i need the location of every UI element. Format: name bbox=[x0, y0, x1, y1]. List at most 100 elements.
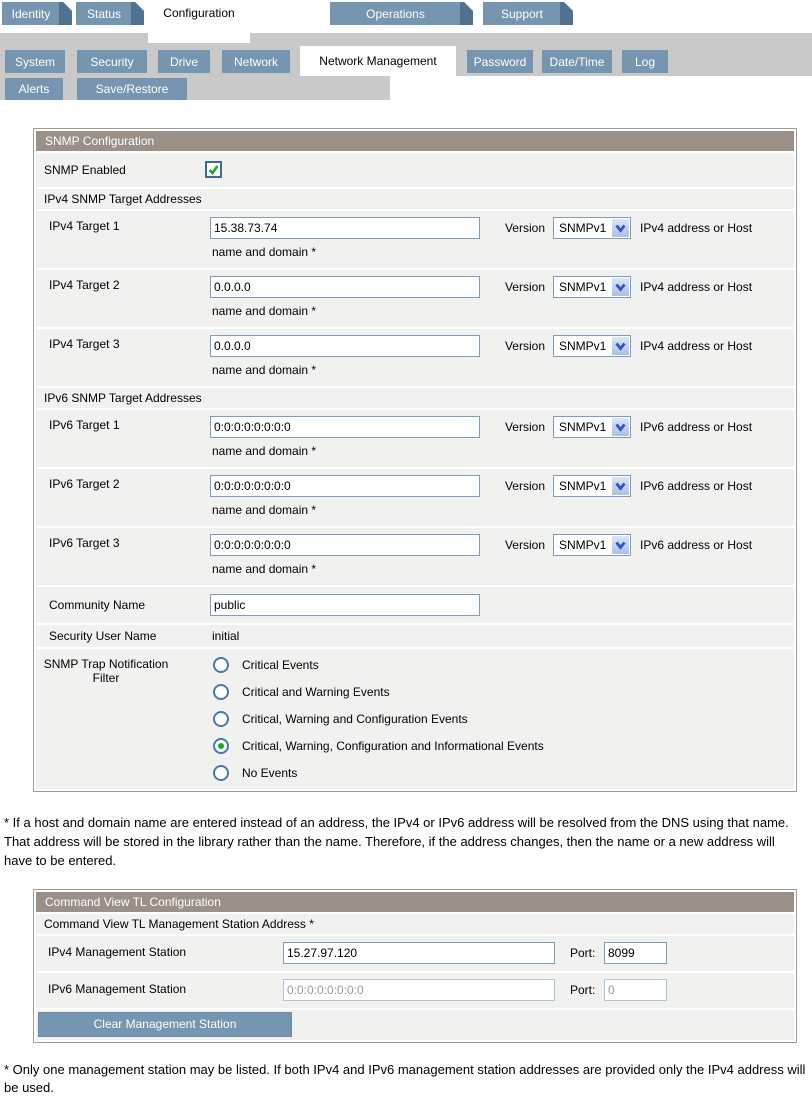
ipv4-management-station-input[interactable] bbox=[283, 942, 555, 964]
snmp-enabled-label: SNMP Enabled bbox=[44, 163, 126, 177]
subtab-security[interactable]: Security bbox=[77, 50, 147, 73]
target-label: IPv4 Target 2 bbox=[49, 278, 120, 292]
cvtl-button-row: Clear Management Station bbox=[36, 1010, 794, 1040]
trap-option[interactable]: No Events bbox=[213, 765, 297, 781]
chevron-down-icon[interactable] bbox=[612, 337, 629, 355]
tab-label: Identity bbox=[12, 7, 63, 21]
chevron-down-icon[interactable] bbox=[612, 477, 629, 495]
target-address-input[interactable] bbox=[210, 217, 480, 239]
version-label: Version bbox=[497, 339, 545, 353]
subtab-label: System bbox=[15, 55, 55, 69]
radio-label[interactable]: Critical and Warning Events bbox=[242, 685, 390, 699]
trap-option[interactable]: Critical, Warning and Configuration Even… bbox=[213, 711, 468, 727]
trap-option[interactable]: Critical, Warning, Configuration and Inf… bbox=[213, 738, 544, 754]
snmp-target-row: IPv6 Target 1 name and domain * Version … bbox=[36, 410, 794, 467]
trap-option[interactable]: Critical Events bbox=[213, 657, 319, 673]
target-label: IPv4 Target 1 bbox=[49, 219, 120, 233]
chevron-down-icon[interactable] bbox=[612, 418, 629, 436]
chevron-down-icon[interactable] bbox=[612, 278, 629, 296]
community-name-label: Community Name bbox=[49, 598, 145, 612]
clear-management-station-button[interactable]: Clear Management Station bbox=[38, 1012, 292, 1037]
radio-label[interactable]: Critical, Warning and Configuration Even… bbox=[242, 712, 468, 726]
tab-support[interactable]: Support bbox=[483, 2, 573, 25]
snmp-version-select[interactable]: SNMPv1 bbox=[553, 534, 631, 556]
target-address-input[interactable] bbox=[210, 335, 480, 357]
cvtl-section-header: Command View TL Configuration bbox=[36, 892, 794, 912]
radio-label[interactable]: Critical Events bbox=[242, 658, 319, 672]
snmp-version-select[interactable]: SNMPv1 bbox=[553, 217, 631, 239]
radio-button[interactable] bbox=[213, 765, 229, 781]
port-label: Port: bbox=[570, 946, 595, 960]
snmp-version-select[interactable]: SNMPv1 bbox=[553, 416, 631, 438]
target-hint-right: IPv6 address or Host bbox=[640, 420, 752, 434]
subtab-label: Network Management bbox=[319, 54, 436, 68]
chevron-down-icon[interactable] bbox=[612, 219, 629, 237]
version-label: Version bbox=[497, 479, 545, 493]
port-label: Port: bbox=[570, 983, 595, 997]
snmp-section-header: SNMP Configuration bbox=[36, 131, 794, 151]
snmp-ipv4-subheader: IPv4 SNMP Target Addresses bbox=[36, 189, 794, 209]
radio-button[interactable] bbox=[213, 738, 229, 754]
target-hint-right: IPv4 address or Host bbox=[640, 339, 752, 353]
subtab-network[interactable]: Network bbox=[222, 50, 290, 73]
snmp-enabled-checkbox[interactable] bbox=[205, 161, 222, 178]
header-tab-area: Identity Status Configuration Operations… bbox=[0, 0, 812, 100]
trap-option[interactable]: Critical and Warning Events bbox=[213, 684, 390, 700]
snmp-footnote: * If a host and domain name are entered … bbox=[4, 814, 806, 871]
community-name-input[interactable] bbox=[210, 594, 480, 616]
subtab-log[interactable]: Log bbox=[622, 50, 668, 73]
subtab-system[interactable]: System bbox=[5, 50, 65, 73]
snmp-trap-filter-row: SNMP Trap Notification Filter Critical E… bbox=[36, 649, 794, 789]
cvtl-section-title: Command View TL Configuration bbox=[45, 895, 221, 909]
snmp-security-user-row: Security User Name initial bbox=[36, 625, 794, 647]
radio-button[interactable] bbox=[213, 684, 229, 700]
ipv6-management-station-input bbox=[283, 979, 555, 1001]
target-address-input[interactable] bbox=[210, 276, 480, 298]
version-value: SNMPv1 bbox=[559, 535, 606, 555]
target-hint-below: name and domain * bbox=[212, 304, 316, 318]
cvtl-ipv6-row: IPv6 Management Station Port: bbox=[36, 973, 794, 1008]
version-value: SNMPv1 bbox=[559, 476, 606, 496]
radio-button[interactable] bbox=[213, 657, 229, 673]
subtab-date-time[interactable]: Date/Time bbox=[542, 50, 612, 73]
command-view-tl-table: Command View TL Configuration Command Vi… bbox=[33, 889, 797, 1043]
tab-configuration[interactable]: Configuration bbox=[148, 2, 250, 43]
version-value: SNMPv1 bbox=[559, 218, 606, 238]
snmp-version-select[interactable]: SNMPv1 bbox=[553, 276, 631, 298]
snmp-community-row: Community Name bbox=[36, 587, 794, 623]
version-label: Version bbox=[497, 221, 545, 235]
checkmark-icon bbox=[207, 163, 220, 176]
tab-identity[interactable]: Identity bbox=[2, 2, 72, 25]
target-label: IPv6 Target 2 bbox=[49, 477, 120, 491]
snmp-target-row: IPv6 Target 3 name and domain * Version … bbox=[36, 528, 794, 585]
tab-operations[interactable]: Operations bbox=[330, 2, 473, 25]
tab-label: Support bbox=[501, 7, 555, 21]
chevron-down-icon[interactable] bbox=[612, 536, 629, 554]
snmp-ipv6-subheader: IPv6 SNMP Target Addresses bbox=[36, 388, 794, 408]
radio-button[interactable] bbox=[213, 711, 229, 727]
target-label: IPv6 Target 3 bbox=[49, 536, 120, 550]
subtab-password[interactable]: Password bbox=[467, 50, 533, 73]
target-address-input[interactable] bbox=[210, 475, 480, 497]
subtab-label: Alerts bbox=[19, 82, 50, 96]
target-hint-right: IPv6 address or Host bbox=[640, 479, 752, 493]
security-user-name-value: initial bbox=[212, 629, 239, 643]
cvtl-subheader: Command View TL Management Station Addre… bbox=[36, 914, 794, 934]
radio-label[interactable]: No Events bbox=[242, 766, 297, 780]
tab-label: Status bbox=[87, 7, 133, 21]
subtab-alerts[interactable]: Alerts bbox=[5, 78, 63, 100]
cvtl-ipv4-row: IPv4 Management Station Port: bbox=[36, 936, 794, 971]
ipv4-port-input[interactable] bbox=[604, 942, 667, 964]
target-address-input[interactable] bbox=[210, 416, 480, 438]
target-label: IPv6 Target 1 bbox=[49, 418, 120, 432]
radio-label[interactable]: Critical, Warning, Configuration and Inf… bbox=[242, 739, 544, 753]
subtab-drive[interactable]: Drive bbox=[158, 50, 210, 73]
snmp-target-row: IPv4 Target 2 name and domain * Version … bbox=[36, 270, 794, 327]
subtab-save-restore[interactable]: Save/Restore bbox=[77, 78, 187, 100]
target-address-input[interactable] bbox=[210, 534, 480, 556]
snmp-version-select[interactable]: SNMPv1 bbox=[553, 335, 631, 357]
tab-status[interactable]: Status bbox=[76, 2, 144, 25]
snmp-enabled-row: SNMP Enabled bbox=[36, 153, 794, 187]
snmp-version-select[interactable]: SNMPv1 bbox=[553, 475, 631, 497]
subtab-network-management[interactable]: Network Management bbox=[300, 46, 456, 76]
